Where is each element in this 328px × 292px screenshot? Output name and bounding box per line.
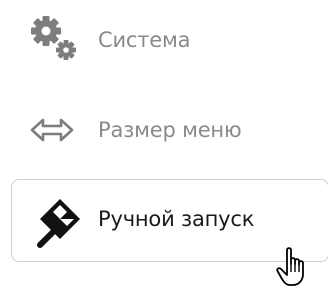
menu-item-resize-label: Размер меню — [98, 118, 242, 142]
race-flag-icon — [34, 197, 84, 254]
menu-item-system-label: Система — [98, 28, 191, 52]
menu-item-system[interactable]: Система — [0, 10, 328, 70]
menu-item-resize[interactable]: Размер меню — [0, 100, 328, 160]
hand-pointer-icon — [276, 246, 312, 292]
horizontal-resize-arrow-icon — [30, 117, 74, 148]
gears-icon — [28, 13, 80, 70]
menu-item-manual-start-label: Ручной запуск — [98, 207, 255, 231]
